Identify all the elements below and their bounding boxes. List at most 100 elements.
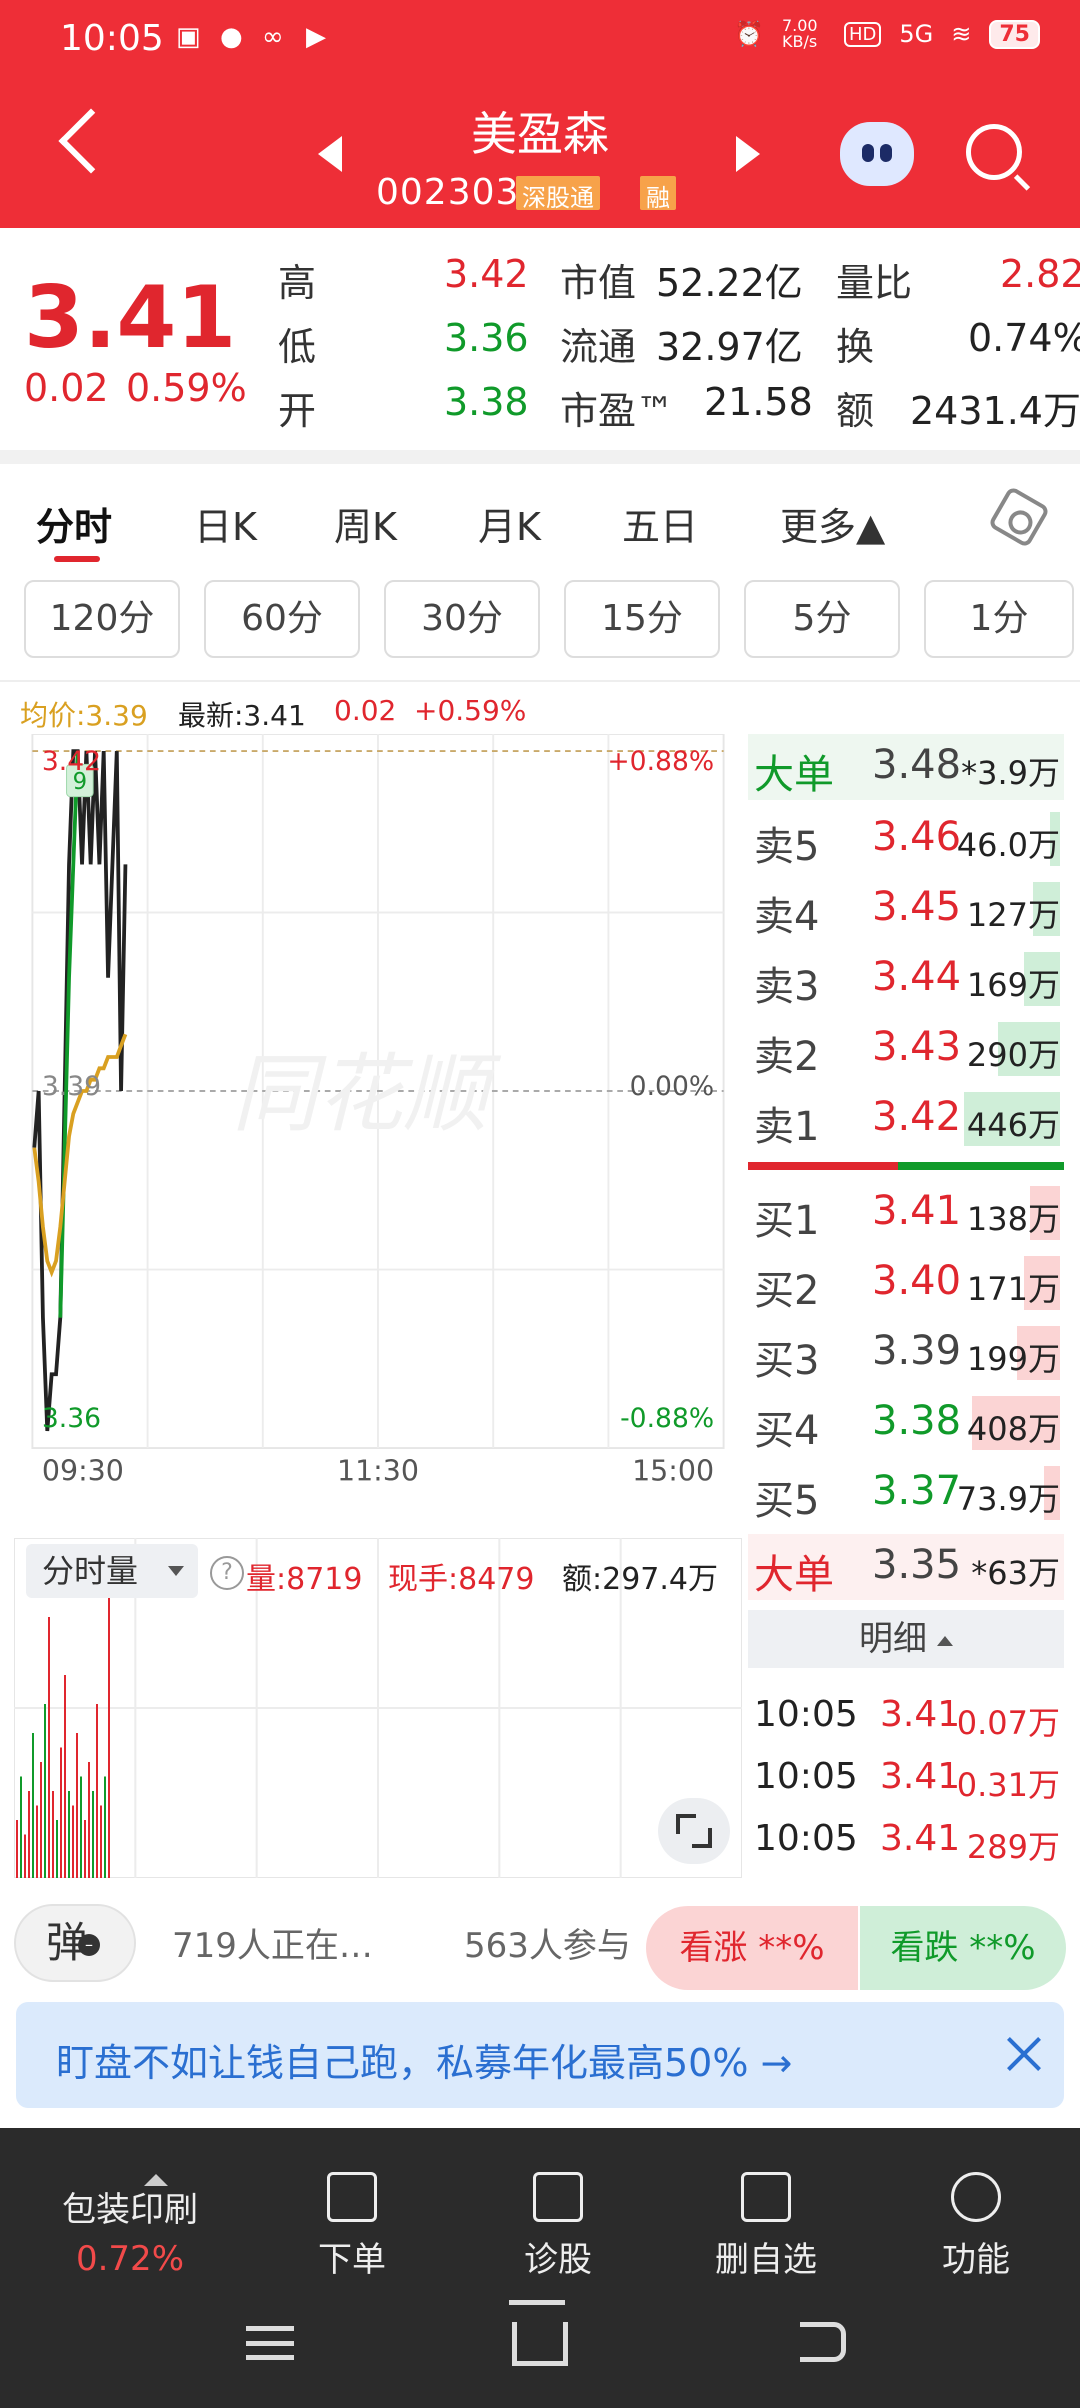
link-icon: ∞: [262, 22, 284, 52]
period-60[interactable]: 60分: [204, 580, 360, 658]
volume-header: 分时量 ? 量:8719 现手:8479 额:297.4万: [14, 1540, 742, 1602]
quote-value-high: 3.42: [444, 252, 529, 296]
chevron-up-icon: [144, 2174, 168, 2186]
bid-volume: 199万: [966, 1340, 1060, 1378]
big-buy-price: 3.35: [872, 1542, 962, 1588]
ask-volume: 169万: [966, 966, 1060, 1004]
back-nav-icon[interactable]: [800, 2322, 846, 2362]
expand-icon[interactable]: [658, 1798, 730, 1864]
ask-row-3[interactable]: 卖3 3.44 169万: [748, 946, 1064, 1012]
volume-bar: [44, 1704, 46, 1878]
bid-row-2[interactable]: 买2 3.40 171万: [748, 1250, 1064, 1316]
help-icon[interactable]: ?: [210, 1556, 244, 1590]
big-buy-label: 大单: [754, 1552, 834, 1598]
home-icon[interactable]: [512, 2322, 568, 2366]
intraday-chart[interactable]: 同花顺 9 3.42 3.39 3.36 +0.88% 0.00% -0.88%…: [14, 734, 742, 1486]
volume-bar: [88, 1762, 90, 1878]
volume-bar: [100, 1805, 102, 1878]
quote-label-amount: 额: [836, 389, 875, 433]
bid-row-5[interactable]: 买5 3.37 73.9万: [748, 1460, 1064, 1526]
bid-label: 买5: [754, 1478, 820, 1524]
bid-row-4[interactable]: 买4 3.38 408万: [748, 1390, 1064, 1456]
period-15[interactable]: 15分: [564, 580, 720, 658]
quote-label-high: 高: [278, 261, 317, 305]
volume-bar: [36, 1805, 38, 1878]
sentiment-poll: 弹 719人正在… 563人参与 看涨 **% 看跌 **%: [0, 1894, 1080, 1994]
functions-button[interactable]: 功能: [886, 2146, 1066, 2281]
volume-bar: [48, 1617, 50, 1878]
menu-circle-icon: [951, 2172, 1001, 2222]
vote-bullish-button[interactable]: 看涨 **%: [646, 1906, 858, 1990]
ask-label: 卖3: [754, 964, 820, 1010]
quote-label-float: 流通: [560, 325, 637, 369]
info-change: 0.02: [334, 694, 397, 727]
sector-summary[interactable]: 包装印刷 0.72%: [30, 2162, 230, 2279]
bid-row-3[interactable]: 买3 3.39 199万: [748, 1320, 1064, 1386]
ask-row-2[interactable]: 卖2 3.43 290万: [748, 1016, 1064, 1082]
big-sell-order[interactable]: 大单 3.48 *3.9万: [748, 734, 1064, 800]
ask-row-1[interactable]: 卖1 3.42 446万: [748, 1086, 1064, 1152]
search-icon[interactable]: [966, 124, 1022, 180]
order-button[interactable]: 下单: [262, 2146, 442, 2281]
tick-time: 10:05: [754, 1818, 858, 1859]
tick-price: 3.41: [880, 1694, 961, 1735]
tab-more[interactable]: 更多▲: [780, 496, 885, 551]
alarm-icon: ⏰: [734, 20, 764, 48]
y-right-tick-low: -0.88%: [620, 1403, 714, 1434]
ask-row-5[interactable]: 卖5 3.46 46.0万: [748, 806, 1064, 872]
period-120[interactable]: 120分: [24, 580, 180, 658]
volume-bar: [20, 1776, 22, 1878]
remove-watchlist-label: 删自选: [715, 2240, 817, 2280]
quote-value-low: 3.36: [444, 316, 529, 360]
period-1[interactable]: 1分: [924, 580, 1074, 658]
tag-margin: 融: [640, 176, 676, 212]
volume-bar: [24, 1834, 26, 1878]
ask-volume: 290万: [966, 1036, 1060, 1074]
tab-intraday[interactable]: 分时: [36, 496, 112, 551]
sector-pct: 0.72%: [75, 2239, 184, 2279]
bid-price: 3.37: [872, 1468, 962, 1514]
promo-banner[interactable]: 盯盘不如让钱自己跑，私募年化最高50% →: [16, 2002, 1064, 2108]
ask-volume: 127万: [966, 896, 1060, 934]
volume-mode-dropdown[interactable]: 分时量: [26, 1544, 198, 1598]
quote-label-volratio: 量比: [836, 261, 913, 305]
settings-hex-icon[interactable]: [987, 485, 1051, 549]
ask-label: 卖2: [754, 1034, 820, 1080]
quote-label-pe: 市盈™: [560, 389, 675, 433]
signal-icon: 5G: [899, 20, 934, 48]
active-tab-indicator: [54, 556, 100, 562]
tab-monthly-k[interactable]: 月K: [478, 496, 541, 551]
tick-volume: 0.07万: [956, 1704, 1060, 1742]
detail-toggle-button[interactable]: 明细: [748, 1610, 1064, 1668]
volume-amount: 额:297.4万: [562, 1562, 718, 1597]
danmu-toggle-button[interactable]: 弹: [14, 1904, 136, 1982]
big-buy-order[interactable]: 大单 3.35 *63万: [748, 1534, 1064, 1600]
period-5[interactable]: 5分: [744, 580, 900, 658]
latest-price-label: 最新:3.41: [178, 699, 306, 732]
volume-bar: [56, 1820, 58, 1878]
next-stock-icon[interactable]: [736, 136, 760, 172]
period-30[interactable]: 30分: [384, 580, 540, 658]
bid-volume: 171万: [966, 1270, 1060, 1308]
menu-icon[interactable]: [246, 2326, 294, 2360]
chat-icon: ●: [220, 22, 243, 52]
close-icon[interactable]: [1002, 2032, 1046, 2076]
bid-row-1[interactable]: 买1 3.41 138万: [748, 1180, 1064, 1246]
promo-text[interactable]: 盯盘不如让钱自己跑，私募年化最高50% →: [56, 2032, 792, 2087]
tab-daily-k[interactable]: 日K: [194, 496, 257, 551]
volume-bar: [72, 1805, 74, 1878]
assistant-robot-icon[interactable]: [840, 122, 914, 186]
ask-price: 3.42: [872, 1094, 962, 1140]
order-label: 下单: [318, 2240, 386, 2280]
watching-count[interactable]: 719人正在…: [172, 1918, 373, 1967]
vote-bearish-button[interactable]: 看跌 **%: [860, 1906, 1066, 1990]
ask-row-4[interactable]: 卖4 3.45 127万: [748, 876, 1064, 942]
bid-volume: 73.9万: [956, 1480, 1060, 1518]
diagnose-button[interactable]: 诊股: [468, 2146, 648, 2281]
tab-weekly-k[interactable]: 周K: [334, 496, 397, 551]
wifi-icon: ≋: [951, 20, 972, 48]
volume-bar: [84, 1820, 86, 1878]
tab-five-day[interactable]: 五日: [622, 496, 698, 551]
remove-watchlist-button[interactable]: 删自选: [676, 2146, 856, 2281]
info-pct: +0.59%: [414, 694, 527, 727]
